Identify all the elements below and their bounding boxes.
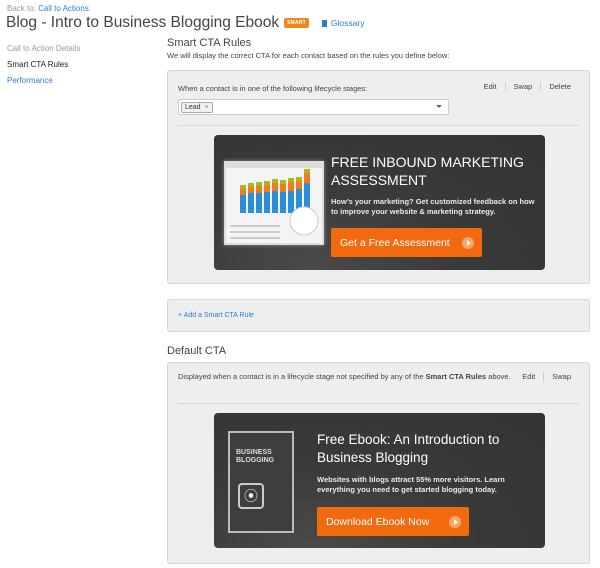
cta-description: Websites with blogs attract 55% more vis… [317,475,505,494]
cta-title: Free Ebook: An Introduction to Business … [317,432,500,465]
desc-text-end: above. [486,372,511,381]
section-subtitle: We will display the correct CTA for each… [167,51,450,60]
add-rule-card: + Add a Smart CTA Rule [167,299,590,332]
cta-preview-ebook[interactable]: BUSINESS BLOGGING ⦿ Free Ebook: An Intro… [214,413,545,548]
smart-rules-header: Smart CTA Rules We will display the corr… [167,37,590,60]
glossary-label: Glossary [330,18,365,28]
default-cta-card: Displayed when a contact is in a lifecyc… [167,362,590,564]
button-label: Download Ebook Now [326,515,430,528]
ebook-cover-image: BUSINESS BLOGGING ⦿ [228,431,294,533]
button-label: Get a Free Assessment [340,236,450,249]
ebook-cover-title: BUSINESS BLOGGING [236,449,275,464]
sidebar-item-performance[interactable]: Performance [7,74,80,88]
cta-description: How's your marketing? Get customized fee… [331,197,535,216]
cta-preview-assessment[interactable]: FREE INBOUND MARKETING ASSESSMENT How's … [214,135,545,270]
book-icon [321,19,327,27]
sidebar-heading: Call to Action Details [7,44,81,53]
play-arrow-icon [462,236,474,249]
back-link[interactable]: Call to Actions [38,4,89,13]
edit-button[interactable]: Edit [514,372,543,381]
smart-badge: SMART [284,18,309,28]
play-arrow-icon [449,515,461,528]
desc-text: Displayed when a contact is in a lifecyc… [178,372,426,381]
page-header: Blog - Intro to Business Blogging Ebook … [6,14,364,32]
sidebar-item-smart-cta-rules[interactable]: Smart CTA Rules [7,58,80,72]
default-cta-title: Default CTA [167,345,227,357]
download-ebook-button[interactable]: Download Ebook Now [317,507,469,536]
chevron-down-icon[interactable] [436,105,442,108]
get-assessment-button[interactable]: Get a Free Assessment [331,228,482,257]
glossary-link[interactable]: Glossary [321,18,365,28]
rule-actions: Edit Swap Delete [476,82,579,91]
swap-button[interactable]: Swap [543,372,579,381]
delete-button[interactable]: Delete [540,82,579,91]
rule-condition: When a contact is in one of the followin… [178,84,368,93]
tag-lead: Lead × [181,102,213,113]
divider [178,403,579,404]
chart-thumbnail-icon [226,163,322,239]
default-cta-description: Displayed when a contact is in a lifecyc… [178,372,518,382]
divider [178,125,579,126]
rss-icon: ⦿ [238,483,264,509]
tag-remove-icon[interactable]: × [205,104,209,111]
breadcrumb: Back to: Call to Actions [7,4,89,13]
add-smart-cta-rule-link[interactable]: + Add a Smart CTA Rule [178,312,254,319]
swap-button[interactable]: Swap [504,82,541,91]
smart-rule-card: When a contact is in one of the followin… [167,70,590,284]
lifecycle-stage-select[interactable]: Lead × [178,99,449,115]
dashboard-screenshot-image [224,161,324,245]
page-title: Blog - Intro to Business Blogging Ebook [6,14,280,31]
sidebar: Call to Action Details Smart CTA Rules P… [7,42,80,90]
back-prefix: Back to: [7,4,36,13]
default-cta-actions: Edit Swap [514,372,579,381]
edit-button[interactable]: Edit [476,82,505,91]
section-title: Smart CTA Rules [167,37,252,49]
desc-bold: Smart CTA Rules [425,372,487,381]
cta-title: FREE INBOUND MARKETING ASSESSMENT [331,154,524,188]
tag-label: Lead [185,104,201,111]
